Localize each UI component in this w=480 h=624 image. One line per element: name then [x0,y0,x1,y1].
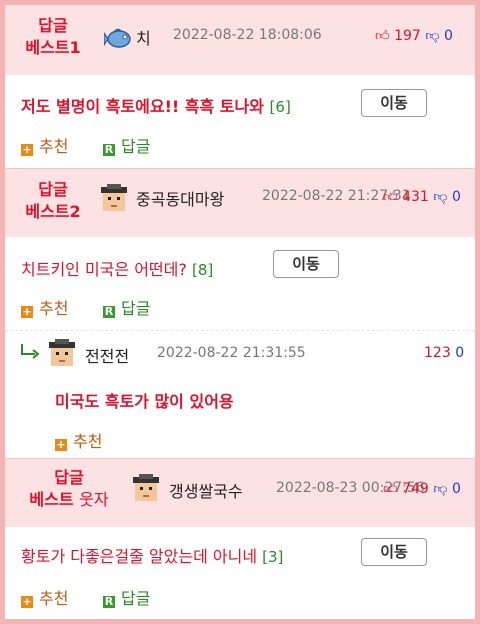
reply-button[interactable]: R 답글 [103,585,150,609]
upvote-count: 197 [394,28,421,44]
comment-text[interactable]: 저도 별명이 흑토에요!! 흑흑 토나와 [6] [21,93,291,117]
downvote-count: 0 [451,481,461,497]
post-date: 2022-08-22 18:08:06 [173,27,322,43]
recommend-button[interactable]: + 추천 [55,428,102,452]
reply-button[interactable]: R 답글 [103,133,150,157]
best-rank-label: 답글 베스트2 [25,180,81,221]
downvote-count: 0 [443,28,453,44]
pixel-face-icon [133,474,159,501]
nickname[interactable]: 전전전 [85,343,129,367]
vote-counts: 👍︎ 197 👎︎ 0 [375,27,453,44]
plus-icon: + [21,305,33,318]
comment-text[interactable]: 황토가 다좋은걸줄 알았는데 아니네 [3] [21,543,283,567]
thumbs-up-icon[interactable]: 👍︎ [383,189,398,205]
vote-counts: 👍︎ 749 👎︎ 0 [383,480,461,497]
comment-text[interactable]: 미국도 흑토가 많이 있어용 [55,388,234,412]
upvote-count: 123 [424,345,451,361]
reply-count: [3] [262,548,284,566]
nickname[interactable]: 중곡동대마왕 [136,186,224,210]
plus-icon: + [55,438,67,451]
move-button[interactable]: 이동 [361,538,427,566]
plus-icon: + [21,595,33,608]
vote-counts: 👍︎ 431 👎︎ 0 [383,188,461,205]
thumbs-up-icon[interactable]: 👍︎ [383,481,398,497]
upvote-count: 431 [402,189,429,205]
reply-r-icon: R [103,143,115,156]
reply-button[interactable]: R 답글 [103,295,150,319]
thumbs-up-icon[interactable]: 👍︎ [375,28,390,44]
move-button[interactable]: 이동 [361,89,427,117]
vote-counts: 123 0 [424,345,464,361]
nickname[interactable]: 갱생쌀국수 [169,478,243,502]
pixel-face-icon [101,184,127,211]
best-replies-panel: 답글 베스트1 치 2022-08-22 18:08:06 👍︎ 197 👎︎ … [5,5,475,619]
best-rank-label: 답글 베스트 웃자 [29,468,109,509]
best-rank-label: 답글 베스트1 [25,16,81,57]
move-button[interactable]: 이동 [273,250,339,278]
recommend-button[interactable]: + 추천 [21,585,68,609]
downvote-count: 0 [455,345,465,361]
plus-icon: + [21,143,33,156]
pixel-face-icon [49,339,75,366]
comment-text[interactable]: 치트키인 미국은 어떤데? [8] [21,256,213,280]
reply-arrow-icon [21,344,40,359]
reply-r-icon: R [103,305,115,318]
reply-r-icon: R [103,595,115,608]
nickname[interactable]: 치 [136,25,151,49]
thumbs-down-icon[interactable]: 👎︎ [433,189,447,205]
rank-subtitle: 웃자 [79,490,109,509]
reply-count: [8] [191,261,214,279]
divider [5,330,475,331]
downvote-count: 0 [451,189,461,205]
upvote-count: 749 [402,481,429,497]
fish-icon [104,28,131,48]
recommend-button[interactable]: + 추천 [21,133,68,157]
thumbs-down-icon[interactable]: 👎︎ [433,481,447,497]
reply-count: [6] [269,98,291,116]
post-date: 2022-08-22 21:31:55 [157,345,306,361]
thumbs-down-icon[interactable]: 👎︎ [425,28,439,44]
recommend-button[interactable]: + 추천 [21,295,68,319]
